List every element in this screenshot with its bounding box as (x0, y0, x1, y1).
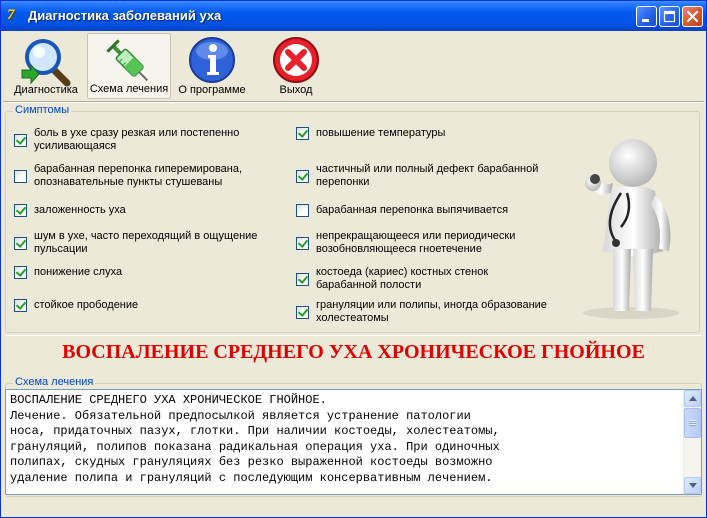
checkbox-checked-icon[interactable] (296, 272, 309, 286)
symptom-checkbox-right-3[interactable]: барабанная перепонка выпячивается (296, 204, 508, 217)
syringe-icon (106, 39, 149, 82)
symptom-checkbox-right-4[interactable]: непрекращающееся или периодически возобно… (296, 230, 515, 256)
symptom-checkbox-left-5[interactable]: понижение слуха (14, 266, 122, 279)
title-bar[interactable]: 7 Диагностика заболеваний уха (1, 1, 706, 31)
symptom-label: костоеда (кариес) костных стенок барабанн… (316, 266, 489, 291)
symptom-checkbox-right-1[interactable]: повышение температуры (296, 127, 445, 140)
maximize-icon (663, 10, 676, 23)
main-window: 7 Диагностика заболеваний уха Диагностик… (0, 0, 707, 518)
symptom-label: барабанная перепонка гиперемирована, опоз… (34, 163, 243, 188)
toolbar-label-diagnostics: Диагностика (14, 84, 78, 96)
close-button[interactable] (682, 6, 703, 27)
window-title: Диагностика заболеваний уха (28, 8, 222, 23)
toolbar-label-exit: Выход (279, 84, 313, 96)
symptom-checkbox-left-4[interactable]: шум в ухе, часто переходящий в ощущение п… (14, 230, 257, 256)
app-icon: 7 (7, 7, 15, 23)
checkbox-checked-icon[interactable] (14, 236, 27, 250)
checkbox-checked-icon[interactable] (14, 133, 27, 147)
symptom-label: грануляции или полипы, иногда образовани… (316, 299, 547, 324)
symptom-label: частичный или полный дефект барабанной пе… (316, 163, 539, 188)
treatment-scrollbar[interactable] (683, 390, 701, 494)
toolbar: Диагностика Схема лечения О программе Вы… (3, 31, 704, 101)
toolbar-button-treatment[interactable]: Схема лечения (87, 33, 171, 99)
treatment-memo[interactable]: ВОСПАЛЕНИЕ СРЕДНЕГО УХА ХРОНИЧЕСКОЕ ГНОЙ… (5, 389, 702, 495)
checkbox-checked-icon[interactable] (14, 204, 27, 217)
symptom-label: повышение температуры (316, 127, 446, 139)
toolbar-label-about: О программе (178, 84, 246, 96)
toolbar-button-exit[interactable]: Выход (257, 33, 335, 99)
checkbox-unchecked-icon[interactable] (14, 169, 27, 183)
symptom-checkbox-right-6[interactable]: грануляции или полипы, иногда образовани… (296, 299, 547, 325)
doctor-figure-icon (583, 139, 679, 319)
symptom-label: барабанная перепонка выпячивается (316, 204, 509, 216)
checkbox-checked-icon[interactable] (14, 266, 27, 279)
diagnosis-divider (5, 335, 702, 336)
scroll-down-button[interactable] (684, 477, 701, 494)
symptom-checkbox-left-6[interactable]: стойкое прободение (14, 299, 138, 312)
symptom-checkbox-right-2[interactable]: частичный или полный дефект барабанной пе… (296, 163, 538, 189)
magnifier-icon (21, 39, 71, 87)
minimize-button[interactable] (636, 6, 657, 27)
symptoms-group-title: Симптомы (13, 104, 72, 116)
symptom-label: заложенность уха (34, 204, 126, 216)
symptom-label: стойкое прободение (34, 299, 139, 311)
checkbox-checked-icon[interactable] (296, 305, 309, 319)
symptom-label: боль в ухе сразу резкая или постепенно ус… (34, 127, 240, 152)
symptom-checkbox-right-5[interactable]: костоеда (кариес) костных стенок барабанн… (296, 266, 488, 292)
symptom-checkbox-left-2[interactable]: барабанная перепонка гиперемирована, опоз… (14, 163, 242, 189)
symptom-label: непрекращающееся или периодически возобно… (316, 230, 516, 255)
exit-icon (273, 37, 319, 83)
treatment-group-title: Схема лечения (13, 376, 96, 388)
close-icon (686, 10, 699, 23)
arrow-down-icon (689, 483, 697, 488)
checkbox-checked-icon[interactable] (14, 299, 27, 312)
toolbar-button-diagnostics[interactable]: Диагностика (7, 33, 85, 99)
diagnosis-result: ВОСПАЛЕНИЕ СРЕДНЕГО УХА ХРОНИЧЕСКОЕ ГНОЙ… (62, 341, 645, 363)
arrow-up-icon (689, 396, 697, 401)
checkbox-checked-icon[interactable] (296, 236, 309, 250)
checkbox-checked-icon[interactable] (296, 169, 309, 183)
toolbar-divider (3, 101, 704, 103)
treatment-text: ВОСПАЛЕНИЕ СРЕДНЕГО УХА ХРОНИЧЕСКОЕ ГНОЙ… (10, 393, 500, 485)
symptom-label: понижение слуха (34, 266, 123, 278)
scroll-thumb[interactable] (684, 408, 701, 438)
scroll-up-button[interactable] (684, 390, 701, 407)
checkbox-unchecked-icon[interactable] (296, 204, 309, 217)
minimize-icon (642, 19, 649, 22)
toolbar-button-about[interactable]: О программе (173, 33, 251, 99)
symptom-checkbox-left-3[interactable]: заложенность уха (14, 204, 126, 217)
checkbox-checked-icon[interactable] (296, 127, 309, 140)
symptom-checkbox-left-1[interactable]: боль в ухе сразу резкая или постепенно ус… (14, 127, 239, 153)
toolbar-label-treatment: Схема лечения (89, 83, 169, 95)
maximize-button[interactable] (659, 6, 680, 27)
info-icon (189, 37, 235, 83)
symptom-label: шум в ухе, часто переходящий в ощущение п… (34, 230, 258, 255)
